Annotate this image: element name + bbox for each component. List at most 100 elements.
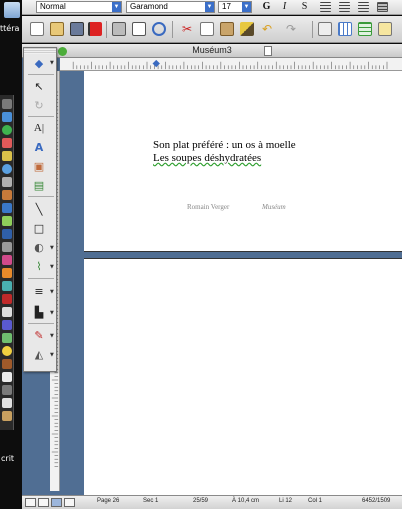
chevron-down-icon[interactable]: ▼ [50,289,55,295]
clip-art-icon[interactable]: ▣ [30,159,48,174]
normal-view-button[interactable] [25,498,36,507]
select-arrow-icon[interactable]: ↖ [30,79,48,94]
dock-app-icon[interactable] [2,281,12,291]
chevron-down-icon[interactable]: ▼ [50,264,55,270]
line-style-icon[interactable]: ≡ [30,284,48,299]
print-icon[interactable] [112,22,126,36]
bold-button[interactable]: G [260,1,273,13]
dock-app-icon[interactable] [2,372,12,382]
window-title-bar[interactable]: Muséum3 [22,44,402,58]
flag-icon[interactable] [88,22,102,36]
dock-app-icon[interactable] [2,125,12,135]
shapes-icon[interactable]: ◐ [30,240,48,255]
chevron-down-icon: ▼ [205,2,214,12]
undo-icon[interactable]: ↶ [260,22,274,36]
dock-app-icon[interactable] [2,333,12,343]
dock-app-icon[interactable] [2,203,12,213]
dock-app-icon[interactable] [2,294,12,304]
dock-app-icon[interactable] [2,307,12,317]
horizontal-ruler[interactable] [60,58,402,71]
cut-icon[interactable]: ✂ [180,22,194,36]
dock-app-icon[interactable] [2,138,12,148]
fill-color-icon[interactable]: ◭ [30,347,48,362]
page[interactable]: Son plat préféré : un os à moelle Les so… [84,71,402,252]
dock-app-icon[interactable] [2,411,12,421]
underline-button[interactable]: S [298,1,311,13]
document-text-line[interactable]: Les soupes déshydratées [153,152,261,164]
wordart-icon[interactable]: A [30,140,48,155]
palette-menu-icon[interactable]: ◆ [30,56,48,71]
status-column: Col 1 [308,498,323,504]
chevron-down-icon[interactable]: ▼ [50,333,55,339]
toolbar-separator [172,21,173,38]
new-document-icon[interactable] [30,22,44,36]
dock-app-icon[interactable] [2,255,12,265]
align-left-icon[interactable] [320,2,331,12]
document-text-line[interactable]: Son plat préféré : un os à moelle [153,139,296,151]
italic-button[interactable]: I [278,1,291,13]
desktop-item-label[interactable]: ttéra [0,24,19,33]
shadow-icon[interactable]: ▙ [30,305,48,320]
window-title: Muséum3 [192,45,232,55]
text-box-icon[interactable]: A| [30,121,48,136]
dock-app-icon[interactable] [2,99,12,109]
outline-view-button[interactable] [38,498,49,507]
toolbar-separator [312,21,313,38]
palette-title-bar[interactable] [24,48,56,54]
notes-icon[interactable] [378,22,392,36]
document-window: Muséum3 Son plat préféré : un os à moell… [22,44,402,509]
formatting-toolbar: Normal ▼ Garamond ▼ 17 ▼ G I S [22,0,402,15]
spreadsheet-icon[interactable] [358,22,372,36]
dock-app-icon[interactable] [2,112,12,122]
dock-app-icon[interactable] [2,177,12,187]
dock-app-icon[interactable] [2,346,12,356]
connector-icon[interactable]: ⌇ [30,259,48,274]
page[interactable] [84,258,402,495]
chevron-down-icon[interactable]: ▼ [50,352,55,358]
dock-app-icon[interactable] [2,320,12,330]
drawing-palette: ◆ ▼ ↖ ↻ A| A ▣ ▤ ╲ □ ◐ ▼ ⌇ ▼ ≡ ▼ ▙ ▼ ✎ ▼… [23,47,57,372]
dock-app-icon[interactable] [2,359,12,369]
font-size-select[interactable]: 17 ▼ [218,1,252,13]
dock-app-icon[interactable] [2,151,12,161]
chevron-down-icon[interactable]: ▼ [50,310,55,316]
align-right-icon[interactable] [358,2,369,12]
font-select[interactable]: Garamond ▼ [126,1,215,13]
page-layout-view-button[interactable] [51,498,62,507]
dock-app-icon[interactable] [2,216,12,226]
notebook-view-button[interactable] [64,498,75,507]
dock-app-icon[interactable] [2,164,12,174]
copy-icon[interactable] [200,22,214,36]
chevron-down-icon[interactable]: ▼ [50,60,55,66]
format-painter-icon[interactable] [240,22,254,36]
dock-app-icon[interactable] [2,268,12,278]
table-icon[interactable] [338,22,352,36]
open-icon[interactable] [50,22,64,36]
folder-icon[interactable] [4,2,20,18]
dock-app-icon[interactable] [2,229,12,239]
rotate-icon[interactable]: ↻ [30,98,48,113]
desktop-item-label[interactable]: crit [1,454,14,463]
line-icon[interactable]: ╲ [30,202,48,217]
edit-icon[interactable] [318,22,332,36]
save-icon[interactable] [70,22,84,36]
paste-icon[interactable] [220,22,234,36]
chevron-down-icon[interactable]: ▼ [50,245,55,251]
dock-app-icon[interactable] [2,190,12,200]
palette-separator [28,196,54,197]
rectangle-icon[interactable]: □ [30,221,48,236]
line-color-icon[interactable]: ✎ [30,328,48,343]
print-preview-icon[interactable] [132,22,146,36]
picture-icon[interactable]: ▤ [30,178,48,193]
justify-icon[interactable] [377,2,388,12]
search-icon[interactable] [152,22,166,36]
font-select-value: Garamond [130,2,168,11]
style-select-value: Normal [40,2,66,11]
dock-app-icon[interactable] [2,385,12,395]
style-select[interactable]: Normal ▼ [36,1,122,13]
font-size-select-value: 17 [222,2,231,11]
redo-icon[interactable]: ↷ [284,22,298,36]
dock-app-icon[interactable] [2,242,12,252]
dock-app-icon[interactable] [2,398,12,408]
align-center-icon[interactable] [339,2,350,12]
